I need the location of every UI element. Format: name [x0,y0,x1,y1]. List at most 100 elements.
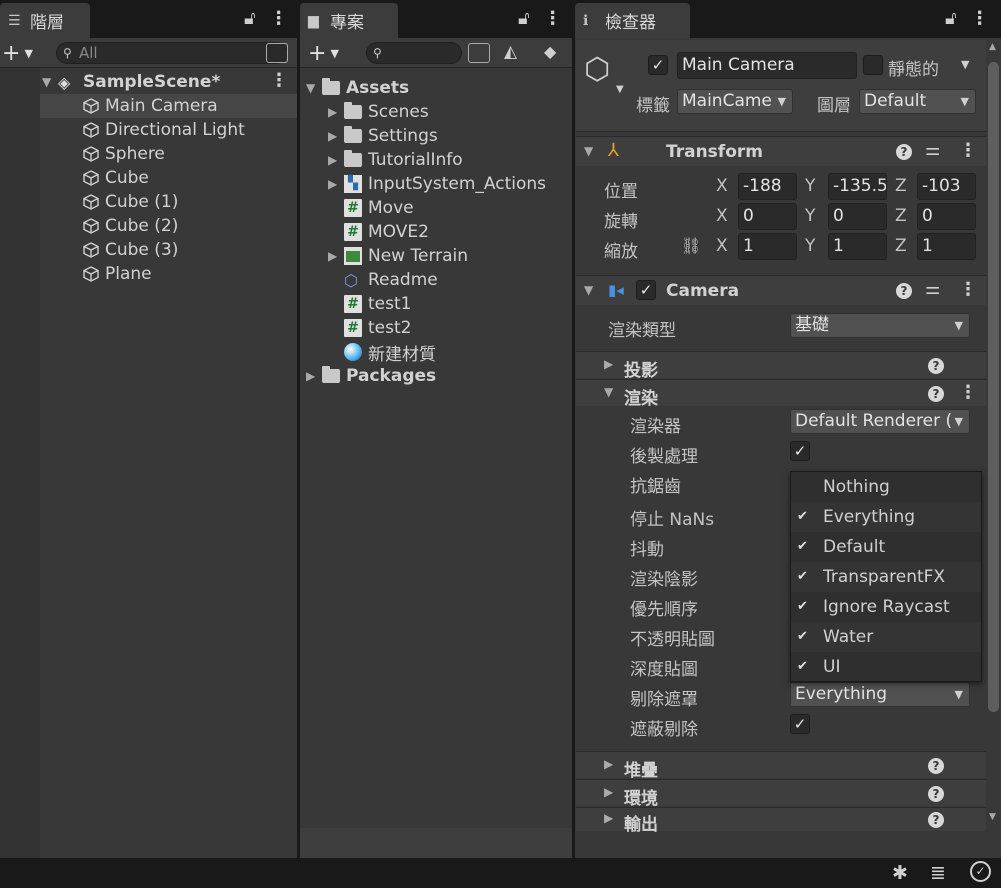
component-kebab-icon[interactable]: ⋮ [959,279,977,300]
help-icon[interactable]: ? [928,386,944,402]
projection-foldout[interactable]: ▶ 投影 ? [576,351,986,381]
expand-arrow-icon[interactable]: ▶ [604,357,613,371]
tab-project[interactable]: ▆ 專案 [300,3,398,38]
rotation-z-field[interactable]: 0 [917,203,976,230]
expand-arrow-icon[interactable]: ▶ [306,369,322,383]
help-icon[interactable]: ? [896,144,912,160]
layer-option[interactable]: ✔ TransparentFX [791,562,981,592]
presets-icon[interactable]: ⚌ [925,140,940,160]
axis-label-y[interactable]: Y [805,176,815,196]
hierarchy-item[interactable]: Sphere [82,142,165,166]
project-search-input[interactable]: ⚲ [366,42,462,64]
position-z-field[interactable]: -103 [917,173,976,200]
layer-option[interactable]: Nothing [791,472,981,502]
help-icon[interactable]: ? [928,758,944,774]
packages-row[interactable]: ▶ Packages [306,364,436,388]
rendering-kebab-icon[interactable]: ⋮ [959,382,977,403]
collapse-arrow-icon[interactable]: ▼ [604,385,613,399]
scene-row[interactable]: ▼ ◈ SampleScene* ⋮ [42,70,297,94]
axis-label-x[interactable]: X [716,176,728,196]
environment-foldout[interactable]: ▶ 環境 ? [576,779,986,809]
expand-arrow-icon[interactable]: ▼ [306,81,322,95]
layer-option[interactable]: ✔ Everything [791,502,981,532]
output-foldout[interactable]: ▶ 輸出 ? [576,807,986,835]
layer-option[interactable]: ✔ Default [791,532,981,562]
occlusion-culling-checkbox[interactable]: ✓ [790,714,810,734]
static-checkbox[interactable] [863,55,883,75]
hierarchy-item[interactable]: Cube (3) [82,238,178,262]
help-icon[interactable]: ? [928,786,944,802]
help-icon[interactable]: ? [928,358,944,374]
asset-item[interactable]: ▶ TutorialInfo [328,148,463,172]
collapse-arrow-icon[interactable]: ▼ [584,283,593,297]
presets-icon[interactable]: ⚌ [925,279,940,299]
asset-item[interactable]: ▶ New Terrain [328,244,468,268]
lock-icon[interactable]: 🔓︎ [945,8,957,29]
asset-item[interactable]: ▶ ▚ InputSystem_Actions [328,172,546,196]
axis-label-y[interactable]: Y [805,206,815,226]
lock-icon[interactable]: 🔓︎ [518,8,530,29]
object-name-field[interactable]: Main Camera [677,52,857,79]
expand-arrow-icon[interactable]: ▶ [328,129,344,143]
bug-icon[interactable]: ✱ [892,862,908,884]
stack-foldout[interactable]: ▶ 堆疊 ? [576,751,986,781]
kebab-menu-icon[interactable]: ⋮ [544,8,562,29]
scale-z-field[interactable]: 1 [917,233,976,260]
expand-arrow-icon[interactable]: ▶ [328,153,344,167]
axis-label-x[interactable]: X [716,206,728,226]
hierarchy-item[interactable]: Main Camera [40,94,297,118]
position-x-field[interactable]: -188 [738,173,797,200]
hierarchy-search-input[interactable]: ⚲ All [56,42,288,64]
hierarchy-item[interactable]: Cube (2) [82,214,178,238]
active-checkbox[interactable]: ✓ [648,55,668,75]
post-processing-checkbox[interactable]: ✓ [790,441,810,461]
rotation-y-field[interactable]: 0 [828,203,887,230]
hierarchy-item[interactable]: Plane [82,262,152,286]
static-dropdown-icon[interactable]: ▼ [961,58,969,71]
asset-item[interactable]: # MOVE2 [328,220,429,244]
component-kebab-icon[interactable]: ⋮ [959,140,977,161]
asset-item[interactable]: ▶ Scenes [328,100,429,124]
expand-arrow-icon[interactable]: ▶ [328,249,344,263]
create-asset-button[interactable]: + ▼ [308,41,339,66]
scene-kebab-icon[interactable]: ⋮ [270,70,288,91]
assets-root-row[interactable]: ▼ Assets [306,76,409,100]
hierarchy-item[interactable]: Cube [82,166,149,190]
asset-item[interactable]: # test1 [328,292,411,316]
expand-arrow-icon[interactable]: ▶ [328,105,344,119]
asset-item[interactable]: # test2 [328,316,411,340]
hierarchy-item[interactable]: Cube (1) [82,190,178,214]
lock-icon[interactable]: 🔓︎ [244,8,256,29]
cache-server-icon[interactable]: ≣ [930,862,946,884]
asset-item[interactable]: ⬡ Readme [328,268,438,292]
axis-label-z[interactable]: Z [895,176,907,196]
camera-enabled-checkbox[interactable]: ✓ [636,280,656,300]
scroll-up-icon[interactable]: ▲ [989,42,996,52]
asset-item[interactable]: ▶ Settings [328,124,438,148]
expand-arrow-icon[interactable]: ▶ [604,785,613,799]
axis-label-x[interactable]: X [716,236,728,256]
collapse-arrow-icon[interactable]: ▼ [584,144,593,158]
transform-header[interactable]: ▼ ⅄ Transform ? ⚌ ⋮ [576,136,986,166]
expand-arrow-icon[interactable]: ▼ [42,75,58,89]
inspector-scrollbar[interactable]: ▲ ▼ [986,40,1001,830]
asset-item[interactable]: # Move [328,196,414,220]
tag-dropdown[interactable]: MainCame ▼ [677,89,793,114]
expand-arrow-icon[interactable]: ▶ [604,811,613,825]
expand-arrow-icon[interactable]: ▶ [328,177,344,191]
position-y-field[interactable]: -135.5 [828,173,887,200]
help-icon[interactable]: ? [928,812,944,828]
search-mode-button[interactable] [468,43,490,63]
kebab-menu-icon[interactable]: ⋮ [270,8,288,29]
layer-option[interactable]: ✔ UI [791,652,981,682]
layer-dropdown[interactable]: Default ▼ [859,89,976,114]
axis-label-z[interactable]: Z [895,236,907,256]
help-icon[interactable]: ? [896,283,912,299]
culling-mask-dropdown[interactable]: Everything ▼ [790,682,970,707]
layer-option[interactable]: ✔ Ignore Raycast [791,592,981,622]
layer-option[interactable]: ✔ Water [791,622,981,652]
status-ok-icon[interactable]: ✓ [970,861,991,882]
search-mode-button[interactable] [266,43,288,63]
asset-item[interactable]: 新建材質 [328,340,436,365]
renderer-dropdown[interactable]: Default Renderer (▼ [790,409,970,434]
